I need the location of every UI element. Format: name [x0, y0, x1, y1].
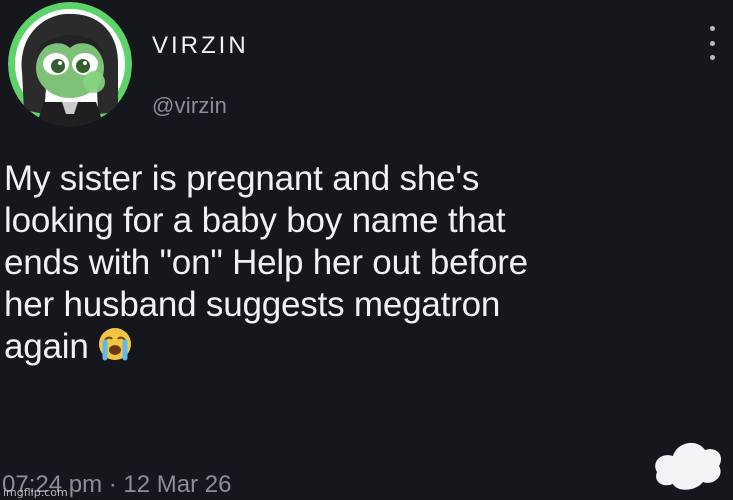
vertical-ellipsis-icon	[709, 26, 715, 31]
more-options-button[interactable]	[705, 26, 719, 60]
tweet-line-last: again	[4, 326, 724, 368]
tweet-line: looking for a baby boy name that	[4, 201, 506, 240]
avatar-image	[8, 2, 132, 126]
display-name[interactable]: VIRZIN	[152, 32, 249, 60]
watermark: imgflip.com	[3, 486, 68, 499]
user-handle[interactable]: @virzin	[152, 93, 227, 119]
tweet-card: VIRZIN @virzin My sister is pregnant and…	[0, 0, 733, 500]
avatar[interactable]	[8, 2, 132, 126]
white-smudge	[647, 432, 727, 496]
tweet-line: My sister is pregnant and she's	[4, 159, 480, 198]
tweet-text: My sister is pregnant and she's looking …	[4, 158, 724, 368]
tweet-line: her husband suggests megatron	[4, 285, 501, 324]
tweet-line-text: again	[4, 327, 89, 366]
tweet-line: ends with "on" Help her out before	[4, 243, 528, 282]
loudly-crying-face-icon	[97, 326, 133, 362]
